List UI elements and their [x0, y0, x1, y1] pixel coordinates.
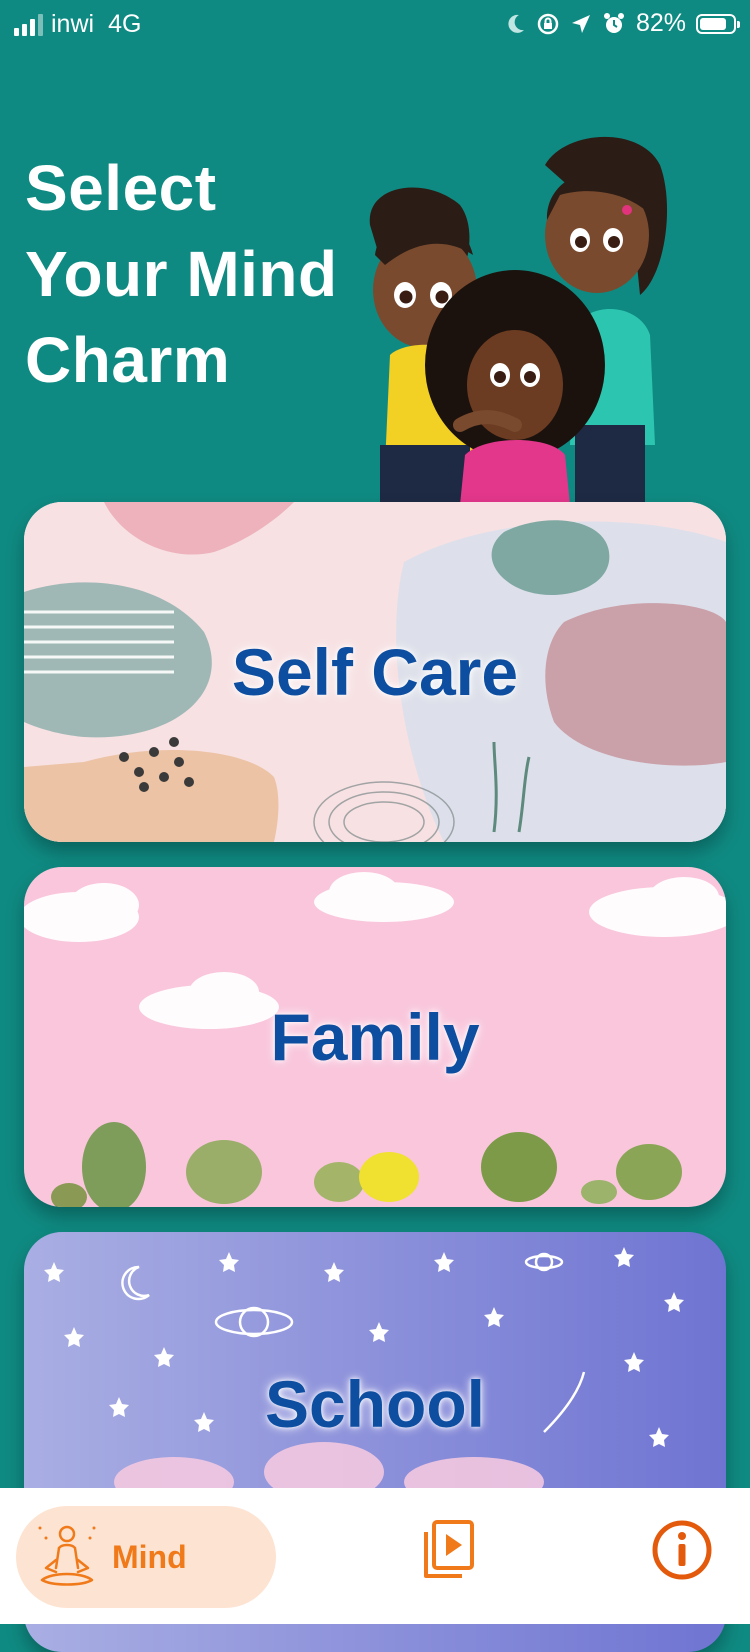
category-label: Self Care — [231, 635, 519, 709]
category-label: Family — [270, 1000, 480, 1074]
battery-percent: 82% — [635, 9, 686, 37]
girls-illustration — [369, 136, 668, 505]
title-line-3: Charm — [25, 324, 231, 396]
page-title: Select Your Mind Charm — [25, 145, 338, 403]
category-card-self-care[interactable]: Self Care — [24, 502, 726, 842]
tab-mind[interactable]: Mind — [16, 1506, 276, 1608]
tab-mind-label: Mind — [112, 1538, 187, 1575]
category-card-family[interactable]: Family — [24, 867, 726, 1207]
title-line-1: Select — [25, 152, 217, 224]
tab-videos[interactable] — [420, 1518, 480, 1588]
battery-icon — [696, 13, 740, 34]
meditation-icon — [38, 1525, 96, 1586]
rotation-lock-icon — [537, 13, 559, 34]
video-library-icon — [424, 1520, 474, 1578]
carrier-name: inwi — [51, 10, 95, 38]
alarm-icon — [603, 12, 624, 33]
info-icon — [652, 1520, 712, 1580]
network-type: 4G — [108, 10, 142, 38]
bottom-tab-bar: Mind — [0, 1488, 750, 1624]
signal-icon — [14, 13, 43, 36]
status-bar: inwi 4G 82% — [0, 0, 750, 52]
location-icon — [571, 14, 590, 33]
title-line-2: Your Mind — [25, 238, 338, 310]
moon-icon — [508, 14, 524, 33]
category-label: School — [264, 1367, 485, 1442]
tab-info[interactable] — [650, 1518, 714, 1582]
